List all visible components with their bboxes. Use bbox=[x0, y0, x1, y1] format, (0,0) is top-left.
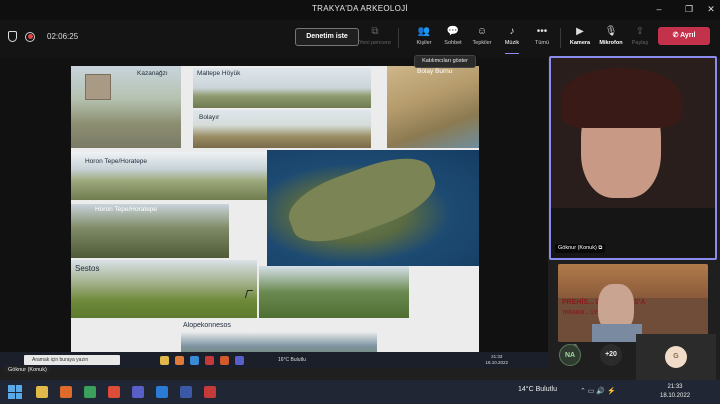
share-icon: ⇪ bbox=[635, 26, 645, 37]
camera-button[interactable]: ▶ Kamera bbox=[565, 24, 595, 54]
edge-icon[interactable] bbox=[156, 386, 168, 398]
toolbar-divider bbox=[398, 28, 399, 48]
presenter-app-icons bbox=[160, 355, 244, 365]
shared-screen: Kazanağzı Maltepe Höyük Bolayır Bolay Bu… bbox=[0, 58, 548, 374]
new-window-button: ⧉ Yeni pencere bbox=[359, 26, 391, 46]
meeting-status: 02:06:25 bbox=[8, 31, 78, 42]
teams-icon bbox=[235, 355, 244, 365]
new-window-icon: ⧉ bbox=[371, 26, 379, 37]
recording-icon bbox=[25, 31, 35, 42]
acrobat-icon[interactable] bbox=[204, 386, 216, 398]
microphone-muted-icon: 🎙 bbox=[604, 26, 618, 37]
taskbar-clock[interactable]: 21:33 18.10.2022 bbox=[660, 383, 690, 401]
windows-start-icon[interactable] bbox=[8, 385, 22, 399]
map-satellite bbox=[267, 150, 479, 266]
presenter-weather: 16°C Bulutlu bbox=[278, 357, 306, 363]
window-title: TRAKYA'DA ARKEOLOJİ bbox=[312, 4, 408, 13]
taskbar-weather[interactable]: 14°C Bulutlu bbox=[518, 386, 557, 393]
banner-image bbox=[558, 264, 708, 298]
chat-button[interactable]: 💬 Sohbet bbox=[438, 24, 468, 54]
minimize-icon[interactable]: – bbox=[652, 3, 666, 15]
presenter-name-label: Göknur (Konuk) bbox=[4, 366, 51, 374]
music-button[interactable]: ♪ Müzik bbox=[497, 24, 527, 54]
close-icon[interactable]: ✕ bbox=[704, 3, 718, 15]
windows-taskbar: 14°C Bulutlu ⌃ ▭ 🔊 ⚡ 21:33 18.10.2022 bbox=[0, 380, 720, 404]
restore-icon[interactable]: ❐ bbox=[682, 3, 696, 15]
presenter-search-input: Aramak için buraya yazın bbox=[24, 355, 120, 365]
participant-clothing bbox=[592, 324, 642, 342]
camera-icon: ▶ bbox=[576, 26, 584, 37]
photo-sestos: Sestos bbox=[71, 260, 257, 318]
presenter-taskbar: Aramak için buraya yazın 16°C Bulutlu 21… bbox=[0, 352, 548, 368]
meeting-timer: 02:06:25 bbox=[47, 32, 79, 41]
teams-icon[interactable] bbox=[132, 386, 144, 398]
pin-icon: ⧉ bbox=[598, 245, 603, 251]
powerpoint-icon bbox=[220, 355, 229, 365]
reactions-icon: ☺ bbox=[476, 26, 488, 37]
file-explorer-icon[interactable] bbox=[36, 386, 48, 398]
photo-maltepe: Maltepe Höyük bbox=[193, 68, 371, 108]
reactions-button[interactable]: ☺ Tepkiler bbox=[467, 24, 497, 54]
presenter-clock: 21:33 18.10.2022 bbox=[485, 354, 508, 365]
presentation-slide: Kazanağzı Maltepe Höyük Bolayır Bolay Bu… bbox=[71, 66, 479, 368]
more-participants-badge[interactable]: +20 bbox=[600, 344, 622, 366]
avatar-g[interactable]: G bbox=[665, 346, 687, 368]
taskbar-app-icons bbox=[36, 386, 216, 398]
speaker-name: Göknur (Konuk) ⧉ bbox=[555, 244, 606, 253]
browser-icon bbox=[175, 355, 184, 365]
acrobat-icon bbox=[205, 355, 214, 365]
edge-icon bbox=[190, 355, 199, 365]
photos-icon[interactable] bbox=[180, 386, 192, 398]
chrome-icon[interactable] bbox=[108, 386, 120, 398]
photo-coast-ruins: Bolay Burnu bbox=[387, 66, 479, 148]
request-review-button[interactable]: Denetim iste bbox=[295, 28, 359, 46]
utorrent-icon[interactable] bbox=[84, 386, 96, 398]
photo-kazanagzi: Kazanağzı bbox=[71, 66, 181, 148]
speaker-hair bbox=[561, 68, 681, 128]
share-button: ⇪ Paylaş bbox=[625, 24, 655, 54]
firefox-icon[interactable] bbox=[60, 386, 72, 398]
people-button[interactable]: 👥 Kişiler bbox=[409, 24, 439, 54]
avatar-na[interactable]: NA bbox=[559, 344, 581, 366]
photo-hill-houses bbox=[259, 266, 409, 318]
meeting-toolbar: 02:06:25 Denetim iste ⧉ Yeni pencere 👥 K… bbox=[0, 20, 720, 58]
photo-horon-tepe-2: Horon Tepe/Horatepe bbox=[71, 204, 229, 258]
peninsula-landmass bbox=[281, 150, 443, 254]
shield-icon[interactable] bbox=[8, 31, 17, 42]
people-icon: 👥 bbox=[417, 26, 431, 37]
photo-bolayir: Bolayır bbox=[193, 110, 371, 148]
photo-horon-tepe-1: Horon Tepe/Horatepe bbox=[71, 152, 267, 200]
ruin-tower bbox=[85, 74, 111, 100]
chat-icon: 💬 bbox=[446, 26, 460, 37]
microphone-button[interactable]: 🎙 Mikrofon bbox=[596, 24, 626, 54]
music-icon: ♪ bbox=[509, 26, 515, 37]
more-button[interactable]: ••• Tümü bbox=[527, 24, 557, 54]
leave-button[interactable]: ✆ Ayrıl bbox=[658, 27, 710, 45]
more-icon: ••• bbox=[536, 26, 548, 37]
show-participants-tooltip: Katılımcıları göster bbox=[414, 55, 476, 68]
speaker-video[interactable]: Göknur (Konuk) ⧉ bbox=[549, 56, 717, 260]
phone-hangup-icon: ✆ bbox=[672, 32, 681, 39]
system-tray[interactable]: ⌃ ▭ 🔊 ⚡ bbox=[580, 387, 616, 395]
participant-video[interactable]: PREHİS... DEN BİZANS'A THRAKIA ... LYSIM… bbox=[558, 264, 708, 342]
title-bar: TRAKYA'DA ARKEOLOJİ – ❐ ✕ bbox=[0, 0, 720, 20]
folder-icon bbox=[160, 355, 169, 365]
